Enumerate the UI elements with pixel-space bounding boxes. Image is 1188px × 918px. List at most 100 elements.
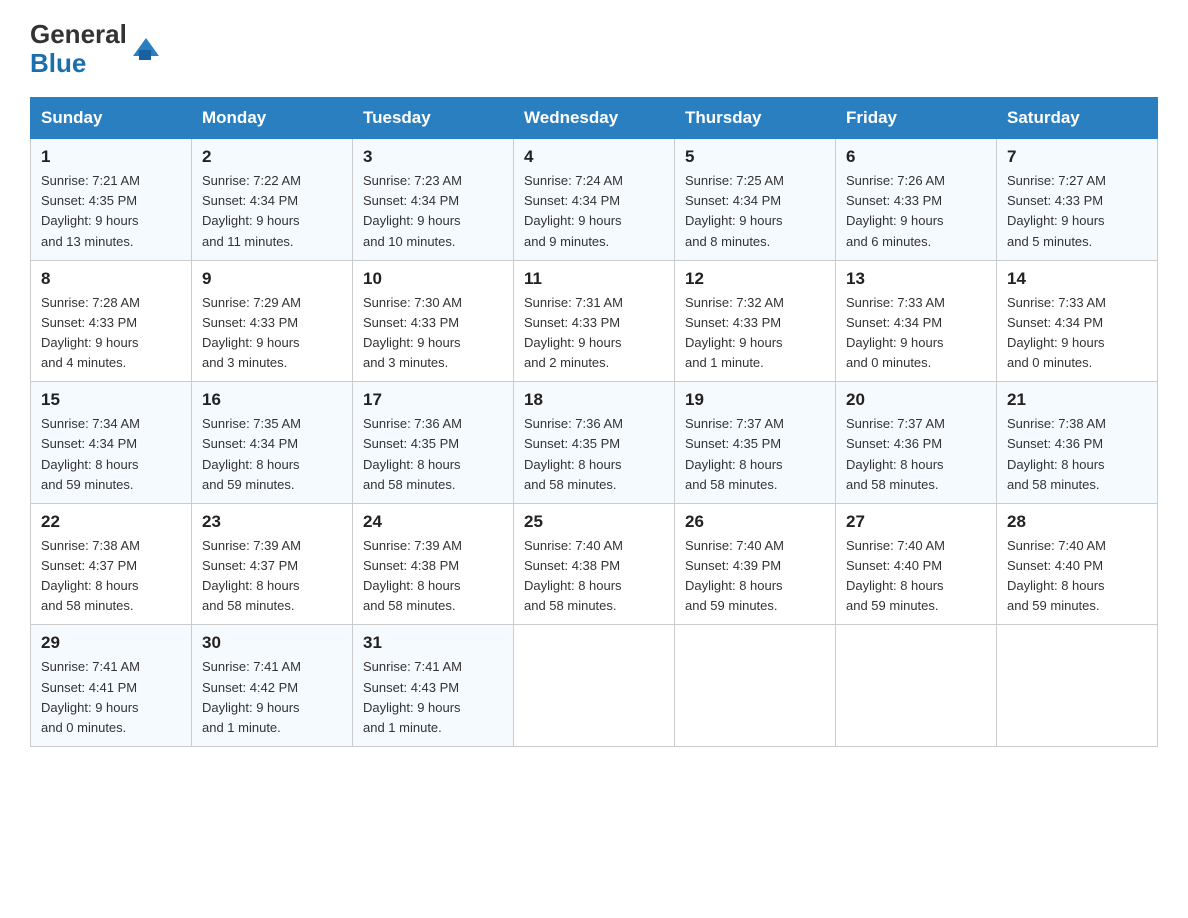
- weekday-header-monday: Monday: [192, 98, 353, 139]
- calendar-cell: 14 Sunrise: 7:33 AM Sunset: 4:34 PM Dayli…: [997, 260, 1158, 382]
- calendar-cell: 26 Sunrise: 7:40 AM Sunset: 4:39 PM Dayli…: [675, 503, 836, 625]
- day-number: 30: [202, 633, 342, 653]
- day-number: 10: [363, 269, 503, 289]
- day-info: Sunrise: 7:39 AM Sunset: 4:37 PM Dayligh…: [202, 536, 342, 617]
- calendar-cell: [675, 625, 836, 747]
- calendar-cell: [997, 625, 1158, 747]
- calendar-week-row: 1Sunrise: 7:21 AM Sunset: 4:35 PM Daylig…: [31, 139, 1158, 261]
- day-info: Sunrise: 7:29 AM Sunset: 4:33 PM Dayligh…: [202, 293, 342, 374]
- day-number: 31: [363, 633, 503, 653]
- day-number: 15: [41, 390, 181, 410]
- day-info: Sunrise: 7:40 AM Sunset: 4:39 PM Dayligh…: [685, 536, 825, 617]
- day-number: 19: [685, 390, 825, 410]
- day-number: 4: [524, 147, 664, 167]
- day-info: Sunrise: 7:23 AM Sunset: 4:34 PM Dayligh…: [363, 171, 503, 252]
- day-info: Sunrise: 7:40 AM Sunset: 4:38 PM Dayligh…: [524, 536, 664, 617]
- calendar-cell: 15 Sunrise: 7:34 AM Sunset: 4:34 PM Dayli…: [31, 382, 192, 504]
- logo-text: GeneralBlue: [30, 20, 127, 77]
- day-info: Sunrise: 7:28 AM Sunset: 4:33 PM Dayligh…: [41, 293, 181, 374]
- day-number: 21: [1007, 390, 1147, 410]
- calendar-cell: 23 Sunrise: 7:39 AM Sunset: 4:37 PM Dayli…: [192, 503, 353, 625]
- day-info: Sunrise: 7:40 AM Sunset: 4:40 PM Dayligh…: [846, 536, 986, 617]
- day-number: 8: [41, 269, 181, 289]
- day-number: 5: [685, 147, 825, 167]
- calendar-cell: 31 Sunrise: 7:41 AM Sunset: 4:43 PM Dayli…: [353, 625, 514, 747]
- day-info: Sunrise: 7:24 AM Sunset: 4:34 PM Dayligh…: [524, 171, 664, 252]
- calendar-cell: 6Sunrise: 7:26 AM Sunset: 4:33 PM Daylig…: [836, 139, 997, 261]
- calendar-cell: 8 Sunrise: 7:28 AM Sunset: 4:33 PM Daylig…: [31, 260, 192, 382]
- day-info: Sunrise: 7:40 AM Sunset: 4:40 PM Dayligh…: [1007, 536, 1147, 617]
- day-info: Sunrise: 7:41 AM Sunset: 4:41 PM Dayligh…: [41, 657, 181, 738]
- day-number: 13: [846, 269, 986, 289]
- calendar-cell: 24 Sunrise: 7:39 AM Sunset: 4:38 PM Dayli…: [353, 503, 514, 625]
- day-number: 23: [202, 512, 342, 532]
- day-number: 9: [202, 269, 342, 289]
- day-number: 24: [363, 512, 503, 532]
- day-info: Sunrise: 7:36 AM Sunset: 4:35 PM Dayligh…: [363, 414, 503, 495]
- day-info: Sunrise: 7:41 AM Sunset: 4:43 PM Dayligh…: [363, 657, 503, 738]
- day-info: Sunrise: 7:39 AM Sunset: 4:38 PM Dayligh…: [363, 536, 503, 617]
- calendar-week-row: 8 Sunrise: 7:28 AM Sunset: 4:33 PM Daylig…: [31, 260, 1158, 382]
- calendar-cell: [514, 625, 675, 747]
- weekday-header-wednesday: Wednesday: [514, 98, 675, 139]
- day-number: 16: [202, 390, 342, 410]
- weekday-header-friday: Friday: [836, 98, 997, 139]
- day-info: Sunrise: 7:25 AM Sunset: 4:34 PM Dayligh…: [685, 171, 825, 252]
- day-info: Sunrise: 7:35 AM Sunset: 4:34 PM Dayligh…: [202, 414, 342, 495]
- day-number: 29: [41, 633, 181, 653]
- day-number: 11: [524, 269, 664, 289]
- calendar-cell: 20Sunrise: 7:37 AM Sunset: 4:36 PM Dayli…: [836, 382, 997, 504]
- calendar-cell: [836, 625, 997, 747]
- calendar-week-row: 15 Sunrise: 7:34 AM Sunset: 4:34 PM Dayli…: [31, 382, 1158, 504]
- day-number: 6: [846, 147, 986, 167]
- day-info: Sunrise: 7:33 AM Sunset: 4:34 PM Dayligh…: [846, 293, 986, 374]
- weekday-header-sunday: Sunday: [31, 98, 192, 139]
- day-info: Sunrise: 7:27 AM Sunset: 4:33 PM Dayligh…: [1007, 171, 1147, 252]
- weekday-header-tuesday: Tuesday: [353, 98, 514, 139]
- weekday-header-thursday: Thursday: [675, 98, 836, 139]
- day-info: Sunrise: 7:30 AM Sunset: 4:33 PM Dayligh…: [363, 293, 503, 374]
- day-info: Sunrise: 7:36 AM Sunset: 4:35 PM Dayligh…: [524, 414, 664, 495]
- page-header: GeneralBlue: [30, 20, 1158, 77]
- calendar-cell: 19 Sunrise: 7:37 AM Sunset: 4:35 PM Dayli…: [675, 382, 836, 504]
- day-info: Sunrise: 7:33 AM Sunset: 4:34 PM Dayligh…: [1007, 293, 1147, 374]
- day-number: 27: [846, 512, 986, 532]
- calendar-cell: 10 Sunrise: 7:30 AM Sunset: 4:33 PM Dayli…: [353, 260, 514, 382]
- day-info: Sunrise: 7:38 AM Sunset: 4:37 PM Dayligh…: [41, 536, 181, 617]
- day-number: 7: [1007, 147, 1147, 167]
- day-info: Sunrise: 7:21 AM Sunset: 4:35 PM Dayligh…: [41, 171, 181, 252]
- day-number: 25: [524, 512, 664, 532]
- day-info: Sunrise: 7:32 AM Sunset: 4:33 PM Dayligh…: [685, 293, 825, 374]
- day-number: 18: [524, 390, 664, 410]
- calendar-cell: 30 Sunrise: 7:41 AM Sunset: 4:42 PM Dayli…: [192, 625, 353, 747]
- day-number: 14: [1007, 269, 1147, 289]
- day-info: Sunrise: 7:38 AM Sunset: 4:36 PM Dayligh…: [1007, 414, 1147, 495]
- calendar-cell: 18 Sunrise: 7:36 AM Sunset: 4:35 PM Dayli…: [514, 382, 675, 504]
- calendar-cell: 9 Sunrise: 7:29 AM Sunset: 4:33 PM Daylig…: [192, 260, 353, 382]
- calendar-cell: 4 Sunrise: 7:24 AM Sunset: 4:34 PM Daylig…: [514, 139, 675, 261]
- calendar-cell: 27 Sunrise: 7:40 AM Sunset: 4:40 PM Dayli…: [836, 503, 997, 625]
- day-info: Sunrise: 7:41 AM Sunset: 4:42 PM Dayligh…: [202, 657, 342, 738]
- weekday-header-row: SundayMondayTuesdayWednesdayThursdayFrid…: [31, 98, 1158, 139]
- logo-icon: [131, 32, 161, 62]
- calendar-cell: 21 Sunrise: 7:38 AM Sunset: 4:36 PM Dayli…: [997, 382, 1158, 504]
- day-number: 12: [685, 269, 825, 289]
- day-number: 22: [41, 512, 181, 532]
- calendar-cell: 5 Sunrise: 7:25 AM Sunset: 4:34 PM Daylig…: [675, 139, 836, 261]
- day-number: 3: [363, 147, 503, 167]
- day-info: Sunrise: 7:37 AM Sunset: 4:35 PM Dayligh…: [685, 414, 825, 495]
- calendar-cell: 25 Sunrise: 7:40 AM Sunset: 4:38 PM Dayli…: [514, 503, 675, 625]
- day-info: Sunrise: 7:34 AM Sunset: 4:34 PM Dayligh…: [41, 414, 181, 495]
- calendar-cell: 11 Sunrise: 7:31 AM Sunset: 4:33 PM Dayli…: [514, 260, 675, 382]
- calendar-cell: 22 Sunrise: 7:38 AM Sunset: 4:37 PM Dayli…: [31, 503, 192, 625]
- calendar-cell: 16 Sunrise: 7:35 AM Sunset: 4:34 PM Dayli…: [192, 382, 353, 504]
- day-number: 28: [1007, 512, 1147, 532]
- day-number: 26: [685, 512, 825, 532]
- calendar-cell: 28 Sunrise: 7:40 AM Sunset: 4:40 PM Dayli…: [997, 503, 1158, 625]
- day-number: 20: [846, 390, 986, 410]
- calendar-cell: 1Sunrise: 7:21 AM Sunset: 4:35 PM Daylig…: [31, 139, 192, 261]
- logo: GeneralBlue: [30, 20, 161, 77]
- day-info: Sunrise: 7:31 AM Sunset: 4:33 PM Dayligh…: [524, 293, 664, 374]
- calendar-week-row: 29 Sunrise: 7:41 AM Sunset: 4:41 PM Dayli…: [31, 625, 1158, 747]
- day-info: Sunrise: 7:22 AM Sunset: 4:34 PM Dayligh…: [202, 171, 342, 252]
